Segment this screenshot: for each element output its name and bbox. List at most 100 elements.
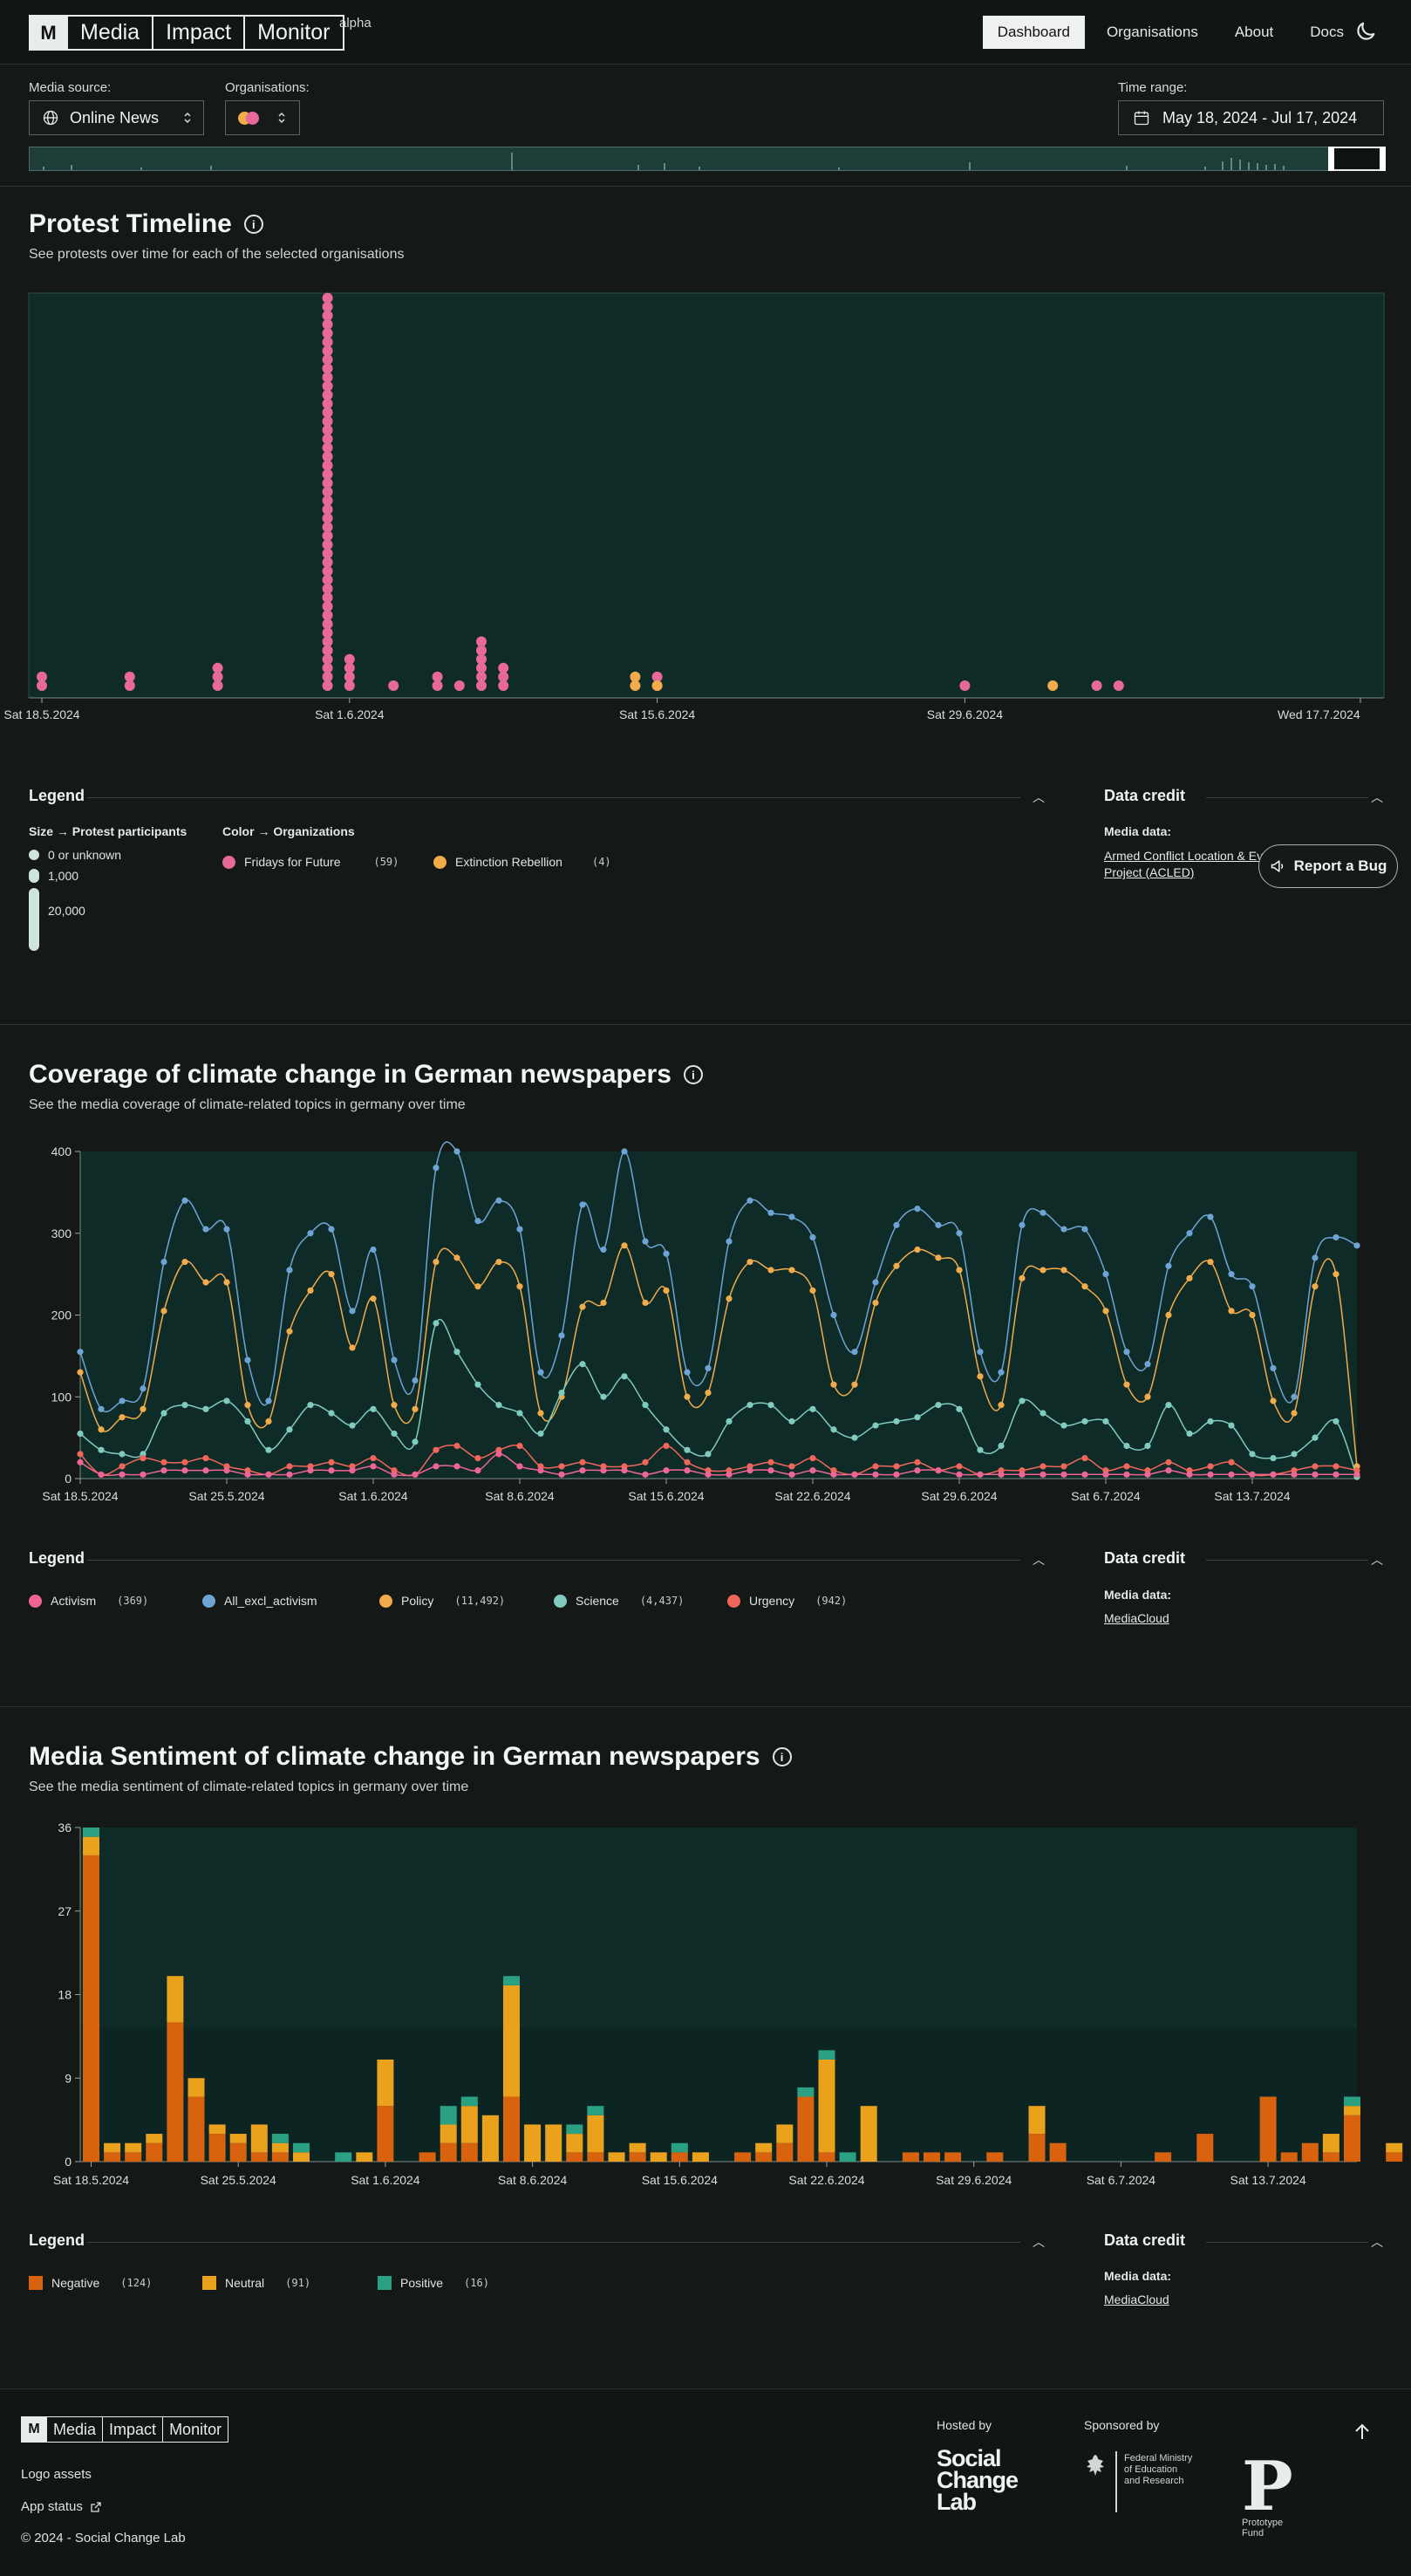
- time-range-slider-track[interactable]: [29, 147, 1384, 171]
- nav-about[interactable]: About: [1220, 16, 1288, 49]
- collapse-chevron-icon[interactable]: ︿: [1033, 2233, 1045, 2251]
- data-point: [705, 1451, 712, 1458]
- data-point: [977, 1446, 984, 1453]
- data-point: [830, 1426, 837, 1433]
- arrow-up-icon[interactable]: [1352, 2422, 1373, 2443]
- info-icon[interactable]: i: [243, 215, 263, 234]
- collapse-chevron-icon[interactable]: ︿: [1033, 789, 1045, 806]
- data-point: [433, 1258, 440, 1266]
- nav-dashboard[interactable]: Dashboard: [982, 16, 1085, 49]
- org-color-dot: [222, 855, 235, 869]
- y-tick-label: 9: [65, 2071, 72, 2085]
- data-point: [935, 1254, 942, 1261]
- bar-segment: [167, 2022, 184, 2162]
- bar-segment: [460, 2142, 478, 2162]
- collapse-chevron-icon[interactable]: ︿: [1371, 789, 1383, 806]
- bar-segment: [377, 2059, 394, 2107]
- media-source-value: Online News: [70, 108, 160, 126]
- prototype-fund-logo[interactable]: P Prototype Fund: [1242, 2453, 1303, 2544]
- bar-segment: [797, 2087, 815, 2097]
- data-point: [579, 1303, 586, 1310]
- bmbf-logo[interactable]: Federal Ministry of Education and Resear…: [1084, 2451, 1224, 2512]
- info-icon[interactable]: i: [683, 1065, 703, 1084]
- size-dot-large: [29, 888, 39, 951]
- data-point: [1040, 1410, 1046, 1417]
- collapse-chevron-icon[interactable]: ︿: [1033, 1551, 1045, 1568]
- mediacloud-link[interactable]: MediaCloud: [1104, 1610, 1169, 1627]
- legend-color-dot: [202, 1594, 215, 1608]
- legend-item[interactable]: Science (4,437): [554, 1594, 684, 1608]
- data-point: [119, 1414, 126, 1421]
- x-tick-label: Sat 8.6.2024: [498, 2173, 568, 2187]
- data-point: [1270, 1471, 1277, 1478]
- bar-segment: [440, 2124, 457, 2143]
- logo-assets-link[interactable]: Logo assets: [21, 2467, 92, 2482]
- data-point: [202, 1226, 209, 1233]
- size-label-small: 0 or unknown: [48, 848, 122, 862]
- data-point: [181, 1402, 188, 1409]
- bar-segment: [503, 1976, 520, 1985]
- data-point: [349, 1467, 356, 1474]
- media-source-select[interactable]: Online News: [29, 100, 204, 135]
- legend-item[interactable]: All_excl_activism: [202, 1594, 317, 1608]
- bar-segment: [566, 2124, 583, 2135]
- legend-color-swatch: [29, 2276, 43, 2290]
- logo-mark: M: [22, 2417, 46, 2442]
- time-range-slider-handle[interactable]: [1328, 147, 1386, 171]
- data-point: [1165, 1262, 1172, 1269]
- legend-item[interactable]: Positive (16): [378, 2276, 489, 2290]
- data-point: [705, 1389, 712, 1397]
- x-tick-label: Sat 25.5.2024: [188, 1489, 264, 1503]
- legend-item[interactable]: Policy (11,492): [379, 1594, 505, 1608]
- moon-icon[interactable]: [1353, 19, 1378, 44]
- org-count: (4): [591, 856, 611, 868]
- info-icon[interactable]: i: [772, 1747, 792, 1766]
- data-point: [223, 1467, 230, 1474]
- data-point: [474, 1218, 481, 1225]
- legend-org-fff[interactable]: Fridays for Future (59): [222, 855, 399, 869]
- legend-item[interactable]: Urgency (942): [727, 1594, 847, 1608]
- legend-count: (16): [464, 2277, 489, 2289]
- protest-timeline-subtitle: See protests over time for each of the s…: [29, 247, 405, 262]
- x-tick-label: Sat 22.6.2024: [788, 2173, 864, 2187]
- legend-item[interactable]: Negative (124): [29, 2276, 152, 2290]
- time-range-picker[interactable]: May 18, 2024 - Jul 17, 2024: [1118, 100, 1384, 135]
- nav-organisations[interactable]: Organisations: [1092, 16, 1213, 49]
- nav-docs[interactable]: Docs: [1295, 16, 1359, 49]
- calendar-icon: [1134, 111, 1149, 126]
- data-point: [1228, 1422, 1235, 1429]
- data-point: [705, 1364, 712, 1372]
- sponsor-name-line: and Research: [1124, 2476, 1184, 2486]
- bar-segment: [587, 2152, 604, 2162]
- legend-rule: [1206, 2242, 1368, 2243]
- report-bug-button[interactable]: Report a Bug: [1258, 844, 1398, 888]
- app-logo[interactable]: M Media Impact Monitor: [29, 15, 344, 51]
- legend-label: Positive: [400, 2276, 444, 2290]
- legend-color-dot: [554, 1594, 567, 1608]
- app-status-link[interactable]: App status: [21, 2499, 102, 2514]
- organisations-select[interactable]: [225, 100, 300, 135]
- legend-item[interactable]: Neutral (91): [202, 2276, 310, 2290]
- data-point: [600, 1393, 607, 1400]
- range-volume-tick: [838, 167, 840, 170]
- data-point: [160, 1467, 167, 1474]
- social-change-lab-logo[interactable]: Social Change Lab: [937, 2447, 1019, 2514]
- org-name: Extinction Rebellion: [455, 855, 562, 869]
- data-point: [1123, 1471, 1130, 1478]
- footer-logo[interactable]: M Media Impact Monitor: [21, 2416, 229, 2443]
- data-point: [1291, 1393, 1298, 1400]
- collapse-chevron-icon[interactable]: ︿: [1371, 1551, 1383, 1568]
- legend-item[interactable]: Activism (369): [29, 1594, 148, 1608]
- data-point: [809, 1405, 816, 1412]
- collapse-chevron-icon[interactable]: ︿: [1371, 2233, 1383, 2251]
- sponsor2-name-line: Prototype: [1242, 2518, 1284, 2528]
- data-point: [977, 1349, 984, 1356]
- data-point: [767, 1467, 774, 1474]
- legend-org-xr[interactable]: Extinction Rebellion (4): [433, 855, 611, 869]
- bar-segment: [545, 2124, 562, 2162]
- bar-segment: [1028, 2106, 1046, 2135]
- data-point: [830, 1311, 837, 1319]
- bar-segment: [460, 2096, 478, 2107]
- data-point: [202, 1279, 209, 1286]
- mediacloud-link[interactable]: MediaCloud: [1104, 2292, 1169, 2308]
